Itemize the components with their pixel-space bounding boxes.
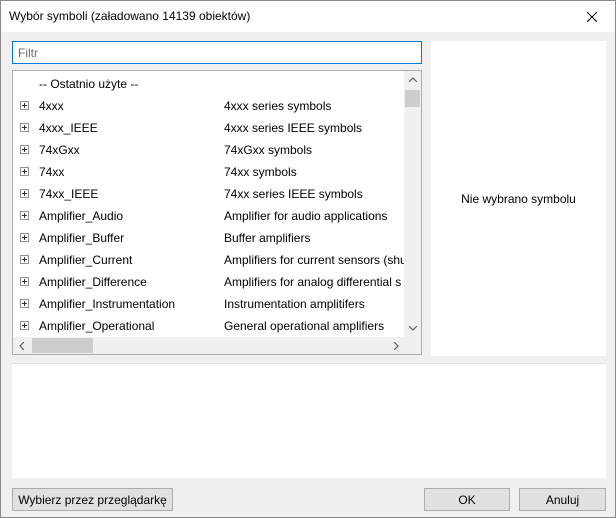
close-button[interactable] — [569, 1, 615, 32]
close-icon — [587, 11, 597, 22]
library-name: 4xxx_IEEE — [39, 121, 98, 135]
library-name: 74xGxx — [39, 143, 80, 157]
symbol-preview-panel: Nie wybrano symbolu — [431, 41, 606, 356]
library-name: Amplifier_Instrumentation — [39, 297, 176, 311]
library-row[interactable]: 74xx_IEEE 74xx series IEEE symbols — [13, 183, 405, 205]
library-description: Instrumentation amplitifers — [224, 297, 365, 311]
no-symbol-selected-text: Nie wybrano symbolu — [461, 192, 576, 206]
library-name: Amplifier_Difference — [39, 275, 147, 289]
vertical-scrollbar[interactable] — [404, 71, 421, 337]
library-row[interactable]: Amplifier_Instrumentation Instrumentation… — [13, 293, 405, 315]
horizontal-scrollbar[interactable] — [13, 337, 405, 354]
recent-header-label: -- Ostatnio użyte -- — [39, 77, 139, 91]
library-row[interactable]: 4xxx_IEEE 4xxx series IEEE symbols — [13, 117, 405, 139]
library-name: Amplifier_Operational — [39, 319, 155, 333]
expand-plus-icon[interactable] — [20, 189, 29, 198]
library-row[interactable]: Amplifier_Buffer Buffer amplifiers — [13, 227, 405, 249]
expand-plus-icon[interactable] — [20, 123, 29, 132]
expand-plus-icon[interactable] — [20, 255, 29, 264]
symbol-chooser-dialog: Wybór symboli (załadowano 14139 obiektów… — [0, 0, 616, 518]
library-row[interactable]: Amplifier_Operational General operational… — [13, 315, 405, 337]
ok-button[interactable]: OK — [424, 488, 510, 511]
expand-plus-icon[interactable] — [20, 233, 29, 242]
library-description: 74xx symbols — [224, 165, 297, 179]
expand-plus-icon[interactable] — [20, 321, 29, 330]
tree-rows: -- Ostatnio użyte -- 4xxx 4xxx series sym… — [13, 71, 405, 337]
expand-plus-icon[interactable] — [20, 211, 29, 220]
library-row[interactable]: 4xxx 4xxx series symbols — [13, 95, 405, 117]
symbol-details-panel — [12, 363, 606, 478]
scroll-down-icon[interactable] — [404, 320, 421, 337]
library-description: Amplifiers for current sensors (shu — [224, 253, 405, 267]
library-row[interactable]: Amplifier_Difference Amplifiers for analo… — [13, 271, 405, 293]
title-bar[interactable]: Wybór symboli (załadowano 14139 obiektów… — [1, 1, 615, 32]
select-with-browser-button[interactable]: Wybierz przez przeglądarkę — [12, 488, 173, 511]
scroll-left-icon[interactable] — [13, 337, 30, 354]
scroll-up-icon[interactable] — [404, 71, 421, 88]
library-name: 74xx_IEEE — [39, 187, 99, 201]
library-row[interactable]: 74xGxx 74xGxx symbols — [13, 139, 405, 161]
expand-plus-icon[interactable] — [20, 167, 29, 176]
vertical-scroll-thumb[interactable] — [405, 90, 420, 107]
horizontal-scroll-thumb[interactable] — [32, 338, 93, 353]
library-name: Amplifier_Buffer — [39, 231, 125, 245]
library-description: 74xGxx symbols — [224, 143, 313, 157]
library-row[interactable]: Amplifier_Audio Amplifier for audio appli… — [13, 205, 405, 227]
library-description: 74xx series IEEE symbols — [224, 187, 363, 201]
library-name: Amplifier_Audio — [39, 209, 124, 223]
library-name: Amplifier_Current — [39, 253, 133, 267]
library-name: 4xxx — [39, 99, 64, 113]
library-description: 4xxx series symbols — [224, 99, 332, 113]
symbol-library-tree[interactable]: -- Ostatnio użyte -- 4xxx 4xxx series sym… — [12, 70, 422, 355]
cancel-button[interactable]: Anuluj — [519, 488, 606, 511]
expand-plus-icon[interactable] — [20, 299, 29, 308]
scroll-right-icon[interactable] — [388, 337, 405, 354]
library-description: Amplifier for audio applications — [224, 209, 388, 223]
window-title: Wybór symboli (załadowano 14139 obiektów… — [9, 9, 251, 23]
scrollbar-corner — [404, 337, 421, 354]
expand-plus-icon[interactable] — [20, 277, 29, 286]
library-description: Amplifiers for analog differential s — [224, 275, 402, 289]
recent-header-row[interactable]: -- Ostatnio użyte -- — [13, 73, 405, 95]
library-description: 4xxx series IEEE symbols — [224, 121, 363, 135]
library-name: 74xx — [39, 165, 65, 179]
expand-plus-icon[interactable] — [20, 101, 29, 110]
expand-plus-icon[interactable] — [20, 145, 29, 154]
library-description: Buffer amplifiers — [224, 231, 311, 245]
library-description: General operational amplifiers — [224, 319, 385, 333]
library-row[interactable]: Amplifier_Current Amplifiers for current … — [13, 249, 405, 271]
filter-input[interactable] — [12, 41, 422, 64]
library-row[interactable]: 74xx 74xx symbols — [13, 161, 405, 183]
